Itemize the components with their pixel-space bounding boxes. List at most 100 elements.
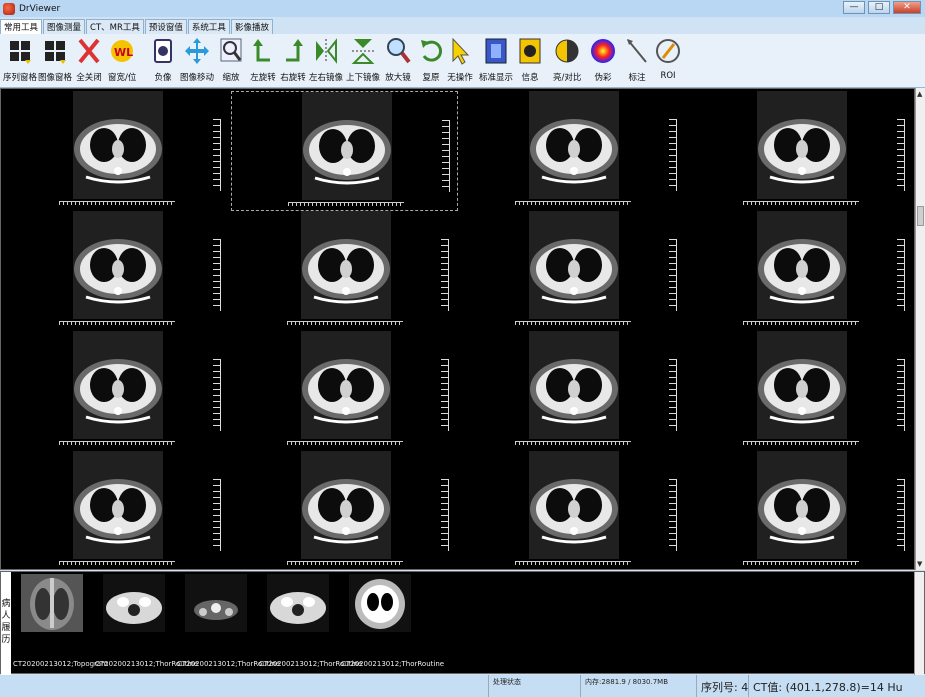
- image-cell[interactable]: [459, 211, 686, 331]
- pan-icon: [184, 36, 210, 66]
- image-cell[interactable]: [459, 91, 686, 211]
- brightness-contrast-icon: [554, 36, 580, 66]
- minimize-button[interactable]: —: [843, 1, 865, 14]
- image-cell[interactable]: [687, 331, 914, 451]
- toolbar-button-window-level[interactable]: WL 窗宽/位: [108, 36, 136, 86]
- toolbar-button-flip-vertical[interactable]: 上下镜像: [346, 36, 380, 86]
- toolbar-button-pseudo-color[interactable]: 伪彩: [590, 36, 616, 86]
- image-viewport[interactable]: [0, 88, 915, 570]
- horizontal-scale-ruler: [59, 321, 175, 325]
- vertical-scale-ruler: [669, 479, 677, 551]
- maximize-button[interactable]: □: [868, 1, 890, 14]
- scroll-up-icon[interactable]: ▲: [917, 90, 922, 98]
- ct-slice-image: [757, 451, 847, 559]
- vertical-scale-ruler: [897, 239, 905, 311]
- patient-history-label[interactable]: 病人履历: [1, 572, 11, 675]
- ct-slice-image: [301, 211, 391, 319]
- app-logo-icon: [3, 2, 15, 15]
- horizontal-scale-ruler: [515, 561, 631, 565]
- horizontal-scale-ruler: [515, 201, 631, 205]
- zoom-icon: [218, 36, 244, 66]
- ct-slice-image: [302, 92, 392, 200]
- thumbnail-image: [267, 574, 329, 632]
- toolbar-label: 左旋转: [250, 73, 276, 83]
- tab-ct-mr-tools[interactable]: CT、MR工具: [86, 19, 144, 34]
- toolbar-button-rotate-right[interactable]: 右旋转: [280, 36, 306, 86]
- toolbar-label: 信息: [521, 73, 539, 83]
- app-window: DrViewer — □ ✕ 常用工具 图像测量 CT、MR工具 预设窗值 系统…: [0, 0, 925, 697]
- toolbar-button-brightness-contrast[interactable]: 亮/对比: [553, 36, 581, 86]
- toolbar-button-series-grid[interactable]: 序列窗格: [3, 36, 37, 86]
- series-thumbnail[interactable]: [177, 574, 257, 632]
- tab-image-measure[interactable]: 图像测量: [43, 19, 86, 34]
- close-button[interactable]: ✕: [893, 1, 921, 14]
- vertical-scale-ruler: [213, 119, 221, 191]
- image-cell[interactable]: [231, 91, 458, 211]
- processing-status: 处理状态: [488, 675, 580, 697]
- ct-slice-image: [301, 331, 391, 439]
- series-thumbnail[interactable]: [259, 574, 339, 632]
- toolbar-button-negative[interactable]: 负像: [150, 36, 176, 86]
- viewport-scrollbar[interactable]: ▲ ▼: [915, 88, 925, 570]
- toolbar-button-rotate-left[interactable]: 左旋转: [250, 36, 276, 86]
- toolbar-label: 无操作: [447, 73, 473, 83]
- scroll-down-icon[interactable]: ▼: [917, 560, 922, 568]
- image-cell[interactable]: [231, 211, 458, 331]
- thumbnail-image: [103, 574, 165, 632]
- image-cell[interactable]: [459, 451, 686, 569]
- image-cell[interactable]: [687, 91, 914, 211]
- image-cell[interactable]: [3, 331, 230, 451]
- window-controls: — □ ✕: [843, 1, 921, 14]
- main-toolbar: 序列窗格 图像窗格 全关闭 WL 窗宽/位 负像 图像移动 缩放 左旋转 右旋转 左右镜像 上下镜像放…: [0, 34, 925, 88]
- toolbar-label: 复原: [422, 73, 440, 83]
- vertical-scale-ruler: [213, 239, 221, 311]
- toolbar-button-standard-display[interactable]: 标准显示: [479, 36, 513, 86]
- ct-slice-image: [73, 451, 163, 559]
- scrollbar-thumb[interactable]: [917, 206, 924, 226]
- ct-slice-image: [529, 91, 619, 199]
- horizontal-scale-ruler: [59, 441, 175, 445]
- series-thumbnail[interactable]: [341, 574, 421, 632]
- toolbar-button-pan[interactable]: 图像移动: [180, 36, 214, 86]
- toolbar-button-annotate[interactable]: 标注: [624, 36, 650, 86]
- vertical-scale-ruler: [669, 119, 677, 191]
- tab-system-tools[interactable]: 系统工具: [187, 19, 230, 34]
- reset-icon: [418, 36, 444, 66]
- memory-status: 内存:2881.9 / 8030.7MB: [580, 675, 696, 697]
- horizontal-scale-ruler: [743, 441, 859, 445]
- image-cell[interactable]: [3, 211, 230, 331]
- vertical-scale-ruler: [669, 239, 677, 311]
- toolbar-button-magnifier[interactable]: 放大镜: [385, 36, 411, 86]
- image-cell[interactable]: [687, 451, 914, 569]
- image-cell[interactable]: [687, 211, 914, 331]
- toolbar-label: 图像移动: [180, 73, 215, 83]
- thumbnail-scrollbar[interactable]: [914, 572, 924, 675]
- image-cell[interactable]: [3, 451, 230, 569]
- tab-preset-window[interactable]: 预设窗值: [144, 19, 187, 34]
- vertical-scale-ruler: [441, 359, 449, 431]
- image-cell[interactable]: [3, 91, 230, 211]
- toolbar-button-info[interactable]: 信息: [517, 36, 543, 86]
- vertical-scale-ruler: [897, 359, 905, 431]
- toolbar-button-image-grid[interactable]: 图像窗格: [38, 36, 72, 86]
- toolbar-button-close-all[interactable]: 全关闭: [76, 36, 102, 86]
- toolbar-button-flip-horizontal[interactable]: 左右镜像: [309, 36, 343, 86]
- vertical-scale-ruler: [897, 119, 905, 191]
- title-bar: DrViewer — □ ✕: [0, 0, 925, 17]
- toolbar-button-reset[interactable]: 复原: [418, 36, 444, 86]
- image-cell[interactable]: [231, 451, 458, 569]
- series-thumbnail[interactable]: [95, 574, 175, 632]
- tab-image-playback[interactable]: 影像播放: [230, 19, 273, 34]
- thumbnail-image: [185, 574, 247, 632]
- toolbar-button-roi[interactable]: ROI: [655, 36, 681, 86]
- window-level-icon: WL: [109, 36, 135, 66]
- tab-common-tools[interactable]: 常用工具: [0, 19, 43, 34]
- image-cell[interactable]: [459, 331, 686, 451]
- vertical-scale-ruler: [213, 359, 221, 431]
- negative-icon: [150, 36, 176, 66]
- ct-slice-image: [757, 91, 847, 199]
- series-thumbnail[interactable]: [13, 574, 93, 632]
- image-cell[interactable]: [231, 331, 458, 451]
- toolbar-button-zoom[interactable]: 缩放: [218, 36, 244, 86]
- toolbar-button-pointer[interactable]: 无操作: [447, 36, 473, 86]
